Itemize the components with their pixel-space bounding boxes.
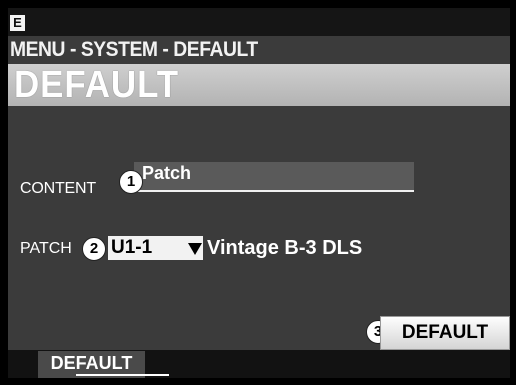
patch-number: U1-1 bbox=[111, 237, 153, 258]
mode-badge: E bbox=[10, 15, 25, 31]
triangle-down-icon bbox=[188, 243, 202, 255]
patch-label: PATCH bbox=[20, 240, 72, 257]
tab-default-label: DEFAULT bbox=[50, 353, 133, 373]
content-label: CONTENT bbox=[20, 180, 96, 197]
callout-2: 2 bbox=[82, 237, 106, 261]
content-field[interactable]: Patch bbox=[134, 162, 414, 192]
callout-1: 1 bbox=[119, 170, 143, 194]
tab-selected-underline bbox=[76, 374, 169, 376]
content-value: Patch bbox=[142, 163, 192, 183]
display-screen: E MENU - SYSTEM - DEFAULT DEFAULT CONTEN… bbox=[8, 8, 510, 378]
default-button[interactable]: DEFAULT bbox=[380, 316, 510, 350]
title-band: DEFAULT bbox=[8, 64, 510, 106]
patch-select[interactable]: U1-1 bbox=[108, 236, 203, 260]
patch-name: Vintage B-3 DLS bbox=[207, 237, 363, 259]
breadcrumb: MENU - SYSTEM - DEFAULT bbox=[10, 38, 258, 61]
top-status-bar: E bbox=[8, 8, 510, 36]
tab-default[interactable]: DEFAULT bbox=[38, 351, 169, 378]
page-title: DEFAULT bbox=[14, 64, 180, 106]
bottom-tab-bar: DEFAULT bbox=[8, 350, 510, 378]
